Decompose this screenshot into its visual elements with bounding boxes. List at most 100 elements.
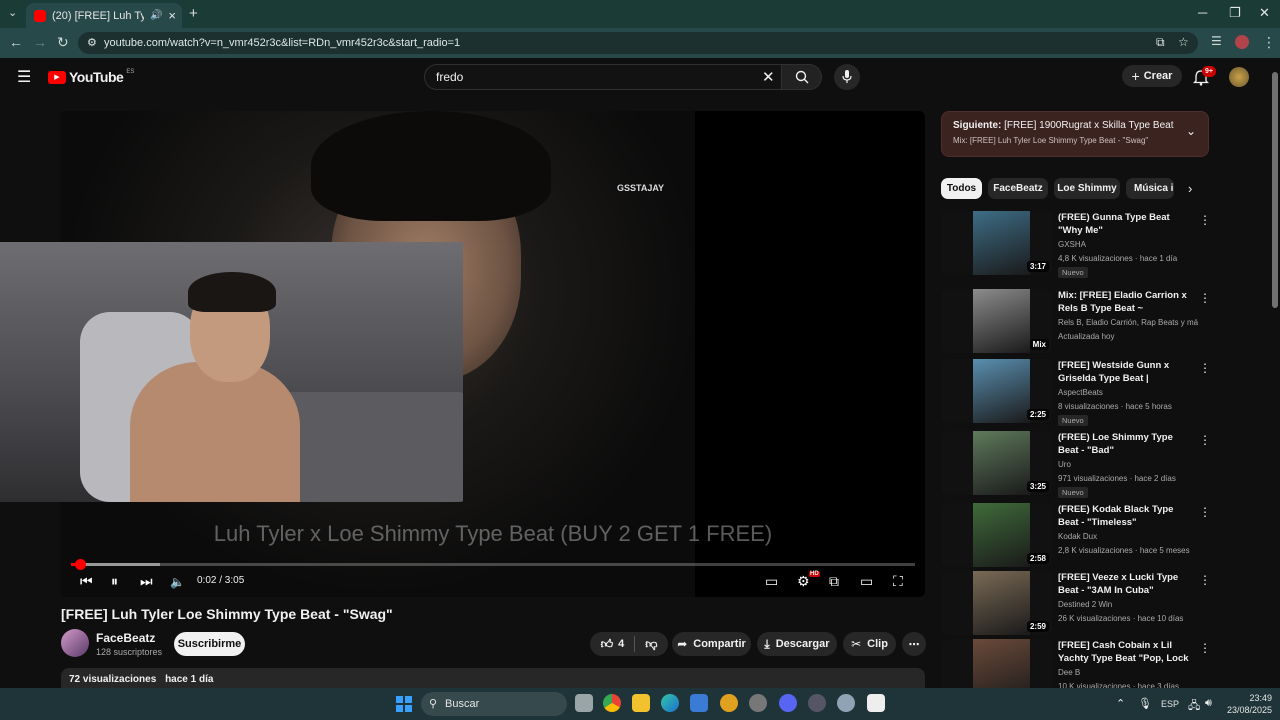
restore-icon[interactable]: ❐ (1229, 5, 1241, 21)
taskbar-search[interactable]: ⚲ Buscar (421, 692, 567, 716)
app-icon-2[interactable] (749, 694, 767, 712)
download-button[interactable]: ⤓ Descargar (757, 632, 837, 656)
settings-gear-icon[interactable] (837, 694, 855, 712)
chips-next-icon[interactable]: › (1188, 181, 1192, 196)
next-icon[interactable]: ⏭ (140, 573, 153, 590)
recommendation-title[interactable]: [FREE] Westside Gunn x Griselda Type Bea… (1058, 359, 1194, 385)
recommendation-item[interactable]: 2:58 (FREE) Kodak Black Type Beat - "Time… (941, 503, 1211, 569)
create-button[interactable]: + Crear (1122, 65, 1182, 87)
share-button[interactable]: ➦ Compartir (672, 632, 751, 656)
minimize-icon[interactable]: ─ (1198, 5, 1207, 20)
more-vertical-icon[interactable]: ⋮ (1199, 505, 1211, 519)
tab-search-icon[interactable]: ⌄ (8, 6, 17, 19)
recommendation-item[interactable]: 3:25 (FREE) Loe Shimmy Type Beat - "Bad" U… (941, 431, 1211, 498)
recommendation-channel[interactable]: Uro (1058, 460, 1198, 469)
miniplayer-icon[interactable]: ⧉ (829, 573, 839, 590)
page-scrollbar[interactable] (1270, 58, 1280, 688)
subtitles-icon[interactable]: ▭ (765, 573, 778, 590)
language-indicator[interactable]: ESP (1161, 699, 1179, 709)
recommendation-item[interactable]: 3:17 (FREE) Gunna Type Beat "Why Me" GXSHA… (941, 211, 1211, 278)
recommendation-title[interactable]: (FREE) Loe Shimmy Type Beat - "Bad" (1058, 431, 1194, 457)
hamburger-menu-icon[interactable]: ☰ (17, 67, 31, 87)
chevron-down-icon[interactable]: ⌄ (1186, 124, 1196, 138)
browser-tab[interactable]: (20) [FREE] Luh Tyler Loe Sh 🔊 × (26, 3, 182, 28)
subscribe-button[interactable]: Suscribirme (174, 632, 245, 656)
recommendation-channel[interactable]: Dee B (1058, 668, 1198, 677)
scrollbar-thumb[interactable] (1272, 72, 1278, 308)
chip-facebeatz[interactable]: FaceBeatz (988, 178, 1048, 199)
recommendation-title[interactable]: Mix: [FREE] Eladio Carrion x Rels B Type… (1058, 289, 1194, 315)
more-vertical-icon[interactable]: ⋮ (1199, 291, 1211, 305)
fullscreen-icon[interactable]: ⛶ (893, 573, 903, 590)
playlist-next-box[interactable]: Siguiente: [FREE] 1900Rugrat x Skilla Ty… (941, 111, 1209, 157)
channel-avatar[interactable] (61, 629, 89, 657)
profile-avatar[interactable] (1235, 35, 1249, 49)
recommendation-channel[interactable]: Kodak Dux (1058, 532, 1198, 541)
chip-todos[interactable]: Todos (941, 178, 982, 199)
close-window-icon[interactable]: ✕ (1259, 5, 1270, 21)
forward-icon[interactable]: → (33, 34, 47, 50)
tray-chevron-icon[interactable]: ⌃ (1116, 697, 1125, 710)
video-thumbnail[interactable]: 2:58 (941, 503, 1052, 567)
more-vertical-icon[interactable]: ⋮ (1199, 433, 1211, 447)
video-thumbnail[interactable]: 2:25 (941, 359, 1052, 423)
account-avatar[interactable] (1229, 67, 1249, 87)
recommendation-channel[interactable]: AspectBeats (1058, 388, 1198, 397)
channel-name[interactable]: FaceBeatz (96, 631, 155, 645)
description-box[interactable]: 72 visualizaciones hace 1 día (61, 668, 925, 690)
task-view-icon[interactable] (575, 694, 593, 712)
tab-close-icon[interactable]: × (168, 8, 176, 23)
theater-mode-icon[interactable]: ▭ (860, 573, 873, 590)
reading-list-icon[interactable]: ☰ (1211, 34, 1222, 48)
more-vertical-icon[interactable]: ⋮ (1199, 213, 1211, 227)
search-input[interactable]: fredo ✕ (424, 64, 782, 90)
new-tab-icon[interactable]: + (189, 5, 198, 22)
bookmark-star-icon[interactable]: ☆ (1178, 35, 1189, 49)
chip-musica[interactable]: Música in (1126, 178, 1174, 199)
reload-icon[interactable]: ↻ (57, 34, 69, 51)
recommendation-title[interactable]: [FREE] Veeze x Lucki Type Beat - "3AM In… (1058, 571, 1194, 597)
like-button[interactable]: 👍︎ 4 (601, 637, 625, 652)
store-icon[interactable] (690, 694, 708, 712)
dislike-icon[interactable]: 👎︎ (645, 637, 657, 652)
recommendation-channel[interactable]: GXSHA (1058, 240, 1198, 249)
video-thumbnail[interactable]: 3:17 (941, 211, 1052, 275)
clip-button[interactable]: ✂ Clip (843, 632, 896, 656)
chrome-icon[interactable] (603, 694, 621, 712)
progress-bar[interactable] (71, 559, 915, 570)
recommendation-title[interactable]: (FREE) Gunna Type Beat "Why Me" (1058, 211, 1194, 237)
edge-icon[interactable] (661, 694, 679, 712)
back-icon[interactable]: ← (9, 34, 23, 50)
discord-icon[interactable] (779, 694, 797, 712)
previous-icon[interactable]: ⏮ (80, 573, 93, 590)
more-vertical-icon[interactable]: ⋮ (1199, 641, 1211, 655)
address-bar[interactable]: ⚙ youtube.com/watch?v=n_vmr452r3c&list=R… (78, 32, 1198, 54)
volume-tray-icon[interactable]: 🔊︎ (1205, 697, 1212, 710)
tray-mic-icon[interactable]: 🎙︎ (1138, 697, 1152, 710)
search-button[interactable] (782, 64, 822, 90)
voice-search-button[interactable] (834, 64, 860, 90)
clear-search-icon[interactable]: ✕ (762, 68, 775, 86)
install-icon[interactable]: ⧉ (1156, 35, 1165, 50)
browser-menu-icon[interactable]: ⋮ (1262, 34, 1276, 51)
recommendation-item[interactable]: 2:25 [FREE] Westside Gunn x Griselda Type… (941, 359, 1211, 426)
video-thumbnail[interactable]: 2:59 (941, 571, 1052, 635)
recommendation-item[interactable]: 2:59 [FREE] Veeze x Lucki Type Beat - "3A… (941, 571, 1211, 637)
capcut-icon[interactable] (867, 694, 885, 712)
recommendation-title[interactable]: [FREE] Cash Cobain x Lil Yachty Type Bea… (1058, 639, 1194, 665)
system-clock[interactable]: 23:49 23/08/2025 (1222, 692, 1272, 716)
more-vertical-icon[interactable]: ⋮ (1199, 573, 1211, 587)
network-icon[interactable]: 🖧 (1188, 697, 1200, 716)
chip-loe-shimmy[interactable]: Loe Shimmy (1054, 178, 1120, 199)
app-icon[interactable] (720, 694, 738, 712)
pause-icon[interactable]: ⏸ (111, 573, 118, 590)
recommendation-title[interactable]: (FREE) Kodak Black Type Beat - "Timeless… (1058, 503, 1194, 529)
video-thumbnail[interactable]: Mix (941, 289, 1052, 353)
file-explorer-icon[interactable] (632, 694, 650, 712)
volume-icon[interactable]: 🔈 (170, 575, 185, 589)
more-vertical-icon[interactable]: ⋮ (1199, 361, 1211, 375)
app-icon-3[interactable] (808, 694, 826, 712)
youtube-logo[interactable]: ▶ YouTube ES (48, 69, 134, 85)
video-thumbnail[interactable]: 3:25 (941, 431, 1052, 495)
recommendation-channel[interactable]: Rels B, Eladio Carrión, Rap Beats y más (1058, 318, 1198, 327)
